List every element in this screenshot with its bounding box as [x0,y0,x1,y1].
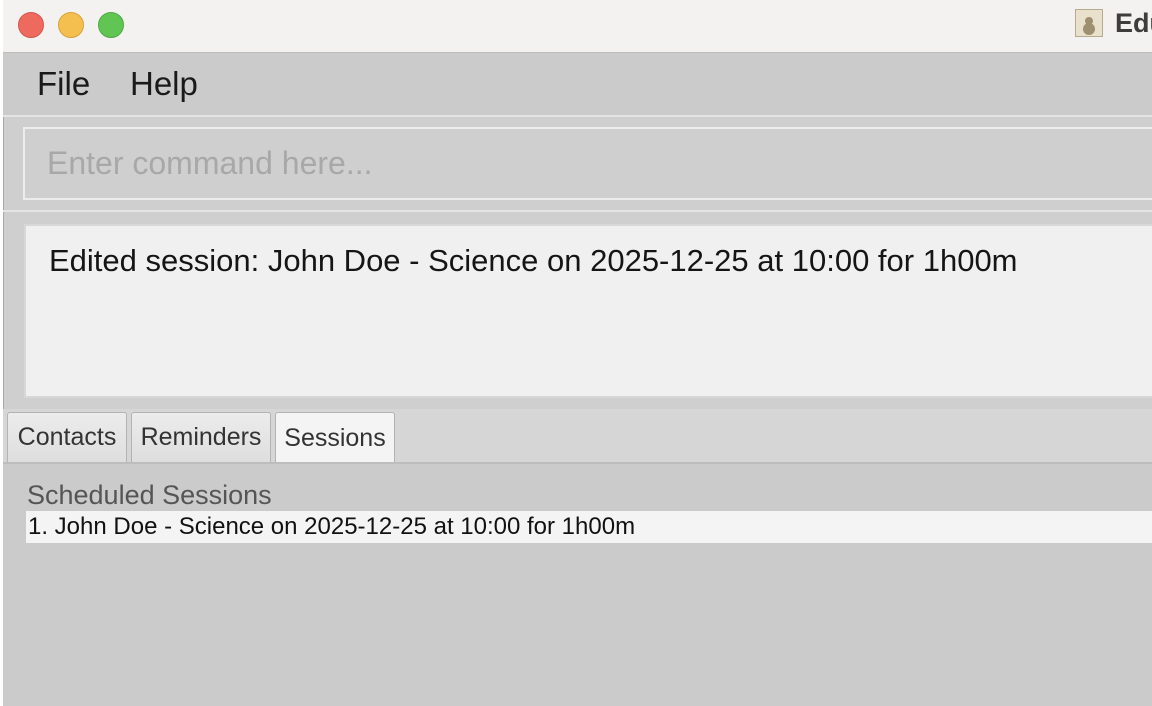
tab-sessions[interactable]: Sessions [275,412,395,464]
sessions-panel: Scheduled Sessions 1. John Doe - Science… [3,464,1152,706]
command-box [23,127,1152,200]
menu-help[interactable]: Help [130,65,198,103]
maximize-window-button[interactable] [98,12,124,38]
result-display: Edited session: John Doe - Science on 20… [24,224,1152,398]
minimize-window-button[interactable] [58,12,84,38]
address-book-icon [1075,9,1103,37]
tab-bar: Contacts Reminders Sessions [3,409,1152,464]
close-window-button[interactable] [18,12,44,38]
result-message: Edited session: John Doe - Science on 20… [49,243,1018,278]
tab-contacts[interactable]: Contacts [7,412,127,462]
divider [3,115,1152,117]
tab-reminders[interactable]: Reminders [131,412,271,462]
window-title: Edu [1115,8,1152,38]
command-input[interactable] [25,129,1152,198]
list-item[interactable]: 1. John Doe - Science on 2025-12-25 at 1… [26,511,1152,543]
title-bar: Edu [3,0,1152,53]
menu-bar: File Help [3,53,1152,115]
menu-file[interactable]: File [37,65,90,103]
section-title: Scheduled Sessions [27,480,272,510]
tab-label: Reminders [140,423,262,451]
divider [3,210,1152,212]
tab-label: Contacts [17,423,117,451]
tab-label: Sessions [284,424,386,452]
